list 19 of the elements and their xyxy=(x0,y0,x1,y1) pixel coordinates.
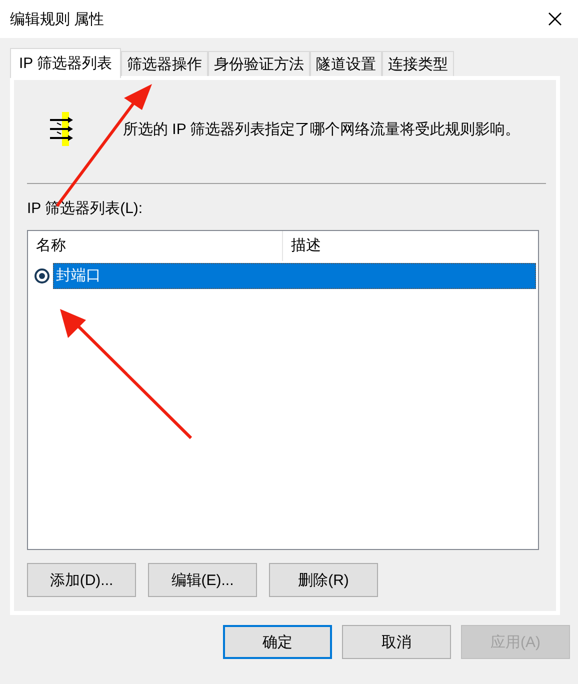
column-header[interactable]: 名称 xyxy=(28,231,283,261)
radio-icon[interactable] xyxy=(34,268,50,284)
tab[interactable]: 筛选器操作 xyxy=(121,51,208,76)
list-label: IP 筛选器列表(L): xyxy=(27,199,144,218)
list-button[interactable]: 添加(D)... xyxy=(27,563,136,597)
tab[interactable]: 连接类型 xyxy=(382,51,454,76)
tab[interactable]: 身份验证方法 xyxy=(208,51,310,76)
description-text: 所选的 IP 筛选器列表指定了哪个网络流量将受此规则影响。 xyxy=(123,120,520,138)
list-button[interactable]: 删除(R) xyxy=(269,563,378,597)
list-row[interactable]: 封端口 xyxy=(53,263,536,289)
tab[interactable]: IP 筛选器列表 xyxy=(10,48,122,78)
filter-list-icon xyxy=(49,112,75,146)
list-button[interactable]: 编辑(E)... xyxy=(148,563,257,597)
window-title: 编辑规则 属性 xyxy=(10,10,104,28)
dialog-button[interactable]: 取消 xyxy=(342,625,451,659)
tab[interactable]: 隧道设置 xyxy=(310,51,382,76)
column-header[interactable]: 描述 xyxy=(283,231,321,261)
close-icon[interactable] xyxy=(548,12,562,26)
dialog-button[interactable]: 确定 xyxy=(223,625,332,659)
